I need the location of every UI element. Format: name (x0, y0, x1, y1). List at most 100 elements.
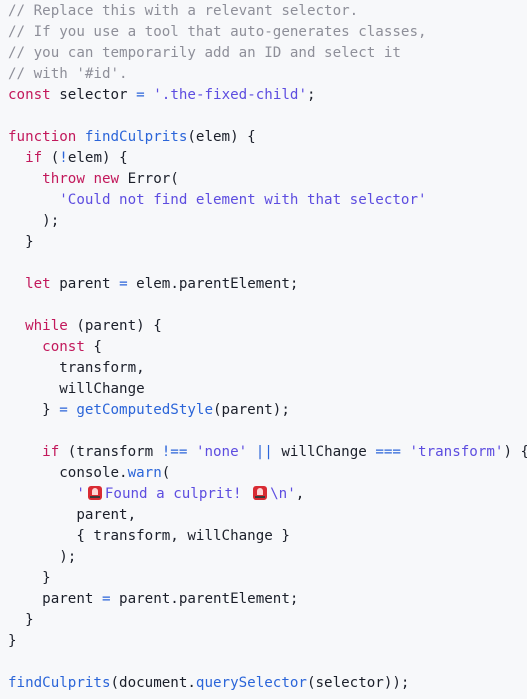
code-block[interactable]: // Replace this with a relevant selector… (0, 0, 527, 699)
code-token-plain: , (295, 486, 305, 502)
code-token-keyword: const (42, 339, 85, 355)
code-token-keyword: if (25, 150, 43, 166)
code-token-plain: transform, (8, 360, 145, 376)
code-line: ​ (8, 253, 527, 274)
code-token-string: 'none' (195, 444, 248, 460)
code-line: ​ (8, 295, 527, 316)
code-token-plain: parent (8, 591, 102, 607)
code-line: } (8, 568, 527, 589)
code-token-func: warn (127, 465, 162, 481)
code-token-operator: === (375, 444, 401, 460)
code-token-plain: selector (50, 87, 137, 103)
code-token-comment: // Replace this with a relevant selector… (8, 3, 359, 19)
code-token-keyword: function (8, 129, 77, 145)
code-token-plain: (parent) { (67, 318, 162, 334)
code-line: ); (8, 211, 527, 232)
code-line: const { (8, 337, 527, 358)
code-token-plain: ( (161, 465, 171, 481)
code-line: if (transform !== 'none' || willChange =… (8, 442, 527, 463)
rotating-light-emoji-icon (87, 486, 102, 500)
code-token-plain: elem) { (67, 150, 128, 166)
code-token-plain: } (8, 612, 34, 628)
code-token-func: querySelector (195, 675, 307, 691)
code-line: while (parent) { (8, 316, 527, 337)
code-token-keyword: new (93, 171, 120, 187)
rotating-light-emoji-icon (253, 486, 268, 500)
code-token-plain: console. (8, 465, 128, 481)
code-token-func: getComputedStyle (76, 402, 214, 418)
code-token-keyword: if (42, 444, 60, 460)
code-token-plain: elem.parentElement; (127, 276, 299, 292)
code-line: parent, (8, 505, 527, 526)
code-line: ); (8, 547, 527, 568)
code-token-comment: // with '#id'. (8, 66, 128, 82)
code-token-operator: || (255, 444, 273, 460)
code-token-plain: parent.parentElement; (110, 591, 299, 607)
code-line: transform, (8, 358, 527, 379)
code-line: if (!elem) { (8, 148, 527, 169)
code-token-operator: !== (161, 444, 188, 460)
code-token-keyword: const (8, 87, 51, 103)
code-token-punct: (elem) { (187, 129, 256, 145)
code-line: findCulprits(document.querySelector(sele… (8, 673, 527, 694)
code-line: } (8, 610, 527, 631)
code-token-func: findCulprits (84, 129, 188, 145)
code-line: throw new Error( (8, 169, 527, 190)
code-token-punct: ; (306, 87, 316, 103)
code-line: } (8, 631, 527, 652)
code-token-plain: } (8, 570, 51, 586)
code-token-operator: = (119, 276, 128, 292)
code-token-plain: } (8, 633, 17, 649)
code-line: } = getComputedStyle(parent); (8, 400, 527, 421)
code-line: // with '#id'. (8, 64, 527, 85)
code-line: 'Could not find element with that select… (8, 190, 527, 211)
code-token-plain: parent, (8, 507, 137, 523)
code-line: willChange (8, 379, 527, 400)
code-token-plain: ); (8, 549, 77, 565)
code-token-operator: = (59, 402, 68, 418)
code-line: // If you use a tool that auto-generates… (8, 22, 527, 43)
code-token-plain: { transform, willChange } (8, 528, 290, 544)
code-line: parent = parent.parentElement; (8, 589, 527, 610)
code-token-keyword: let (25, 276, 51, 292)
code-token-comment: // If you use a tool that auto-generates… (8, 24, 427, 40)
code-token-func: findCulprits (8, 675, 111, 691)
code-token-plain: (document. (110, 675, 196, 691)
code-line: { transform, willChange } (8, 526, 527, 547)
code-token-operator: = (101, 591, 111, 607)
code-line: ​ (8, 106, 527, 127)
code-token-plain: (transform (59, 444, 162, 460)
code-token-plain: ) { (503, 444, 527, 460)
code-token-string: ' (76, 486, 85, 502)
code-token-plain: (selector)); (306, 675, 410, 691)
code-line: // you can temporarily add an ID and sel… (8, 43, 527, 64)
code-token-plain: willChange (8, 381, 145, 397)
code-line: let parent = elem.parentElement; (8, 274, 527, 295)
code-token-keyword: while (25, 318, 68, 334)
code-token-plain: parent (50, 276, 120, 292)
code-token-string: Found a culprit! (104, 486, 251, 502)
code-token-plain: } (8, 234, 34, 250)
code-token-plain: } (8, 402, 60, 418)
code-token-keyword: throw (42, 171, 85, 187)
code-line: // Replace this with a relevant selector… (8, 1, 527, 22)
code-line: ' Found a culprit! \n', (8, 484, 527, 505)
code-token-comment: // you can temporarily add an ID and sel… (8, 45, 401, 61)
code-line: console.warn( (8, 463, 527, 484)
code-token-operator: = (136, 87, 145, 103)
code-token-operator: ! (59, 150, 68, 166)
code-line: } (8, 232, 527, 253)
